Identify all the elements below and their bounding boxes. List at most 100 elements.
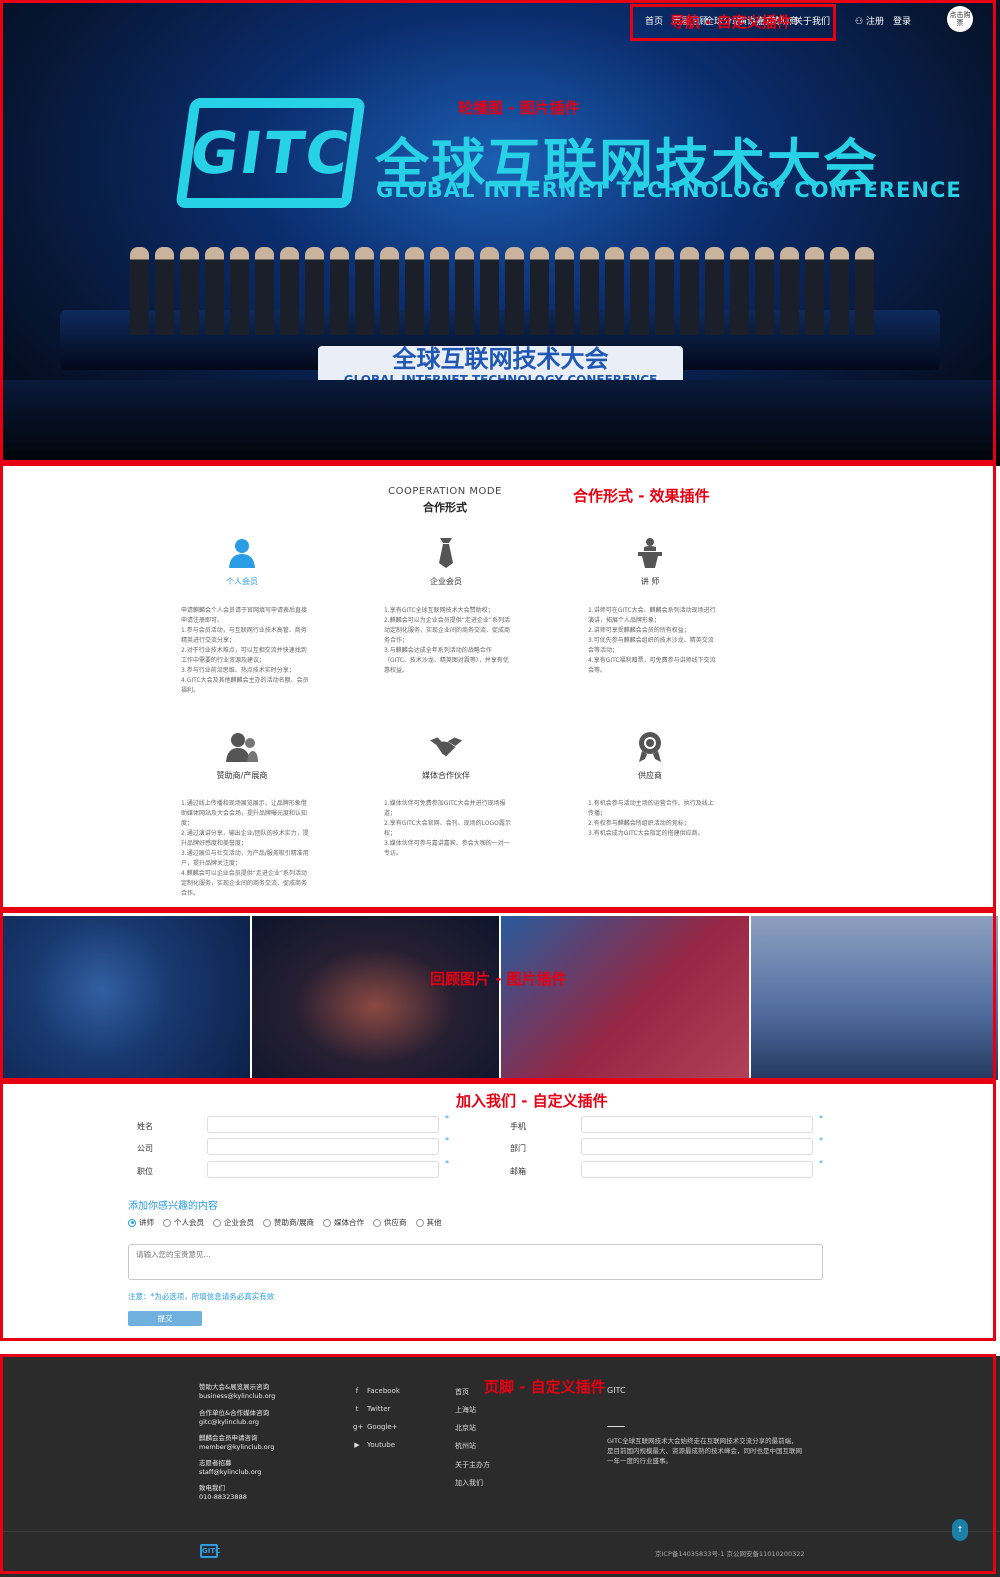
contact-phone-number[interactable]: 010-88323888 xyxy=(199,1493,247,1502)
stage-person xyxy=(455,247,474,335)
login-link[interactable]: 登录 xyxy=(893,14,911,27)
contact-email[interactable]: staff@kylinclub.org xyxy=(199,1468,261,1477)
group-icon xyxy=(225,730,259,764)
annotation-label-coop: 合作形式 - 效果插件 xyxy=(573,487,710,505)
company-field[interactable] xyxy=(207,1138,439,1155)
nav-item-about[interactable]: 关于我们 xyxy=(794,14,830,27)
join-form-section: 姓名 * 公司 * 职位 * 手机 * 部门 * 邮箱 * 添加你感兴趣的内容 … xyxy=(0,1085,1000,1340)
radio-speaker[interactable]: 讲师 xyxy=(128,1217,154,1228)
radio-label: 其他 xyxy=(426,1218,442,1227)
radio-personal-member[interactable]: 个人会员 xyxy=(163,1217,204,1228)
footer-link-beijing[interactable]: 北京站 xyxy=(455,1423,476,1433)
required-mark: * xyxy=(445,1159,449,1168)
podium-title-cn: 全球互联网技术大会 xyxy=(392,345,609,373)
department-field[interactable] xyxy=(581,1138,813,1155)
required-mark: * xyxy=(445,1114,449,1123)
review-photo-interview[interactable] xyxy=(501,916,749,1080)
radio-label: 讲师 xyxy=(139,1218,154,1227)
stage-person xyxy=(830,247,849,335)
coop-desc-personal: 申请麒麟会个人会员请于官网填写申请表后直接申请注册即可。 1.参与会员活动，与互… xyxy=(181,607,309,694)
stage-person xyxy=(480,247,499,335)
radio-dot-icon xyxy=(323,1218,332,1227)
cooperation-section: COOPERATION MODE 合作形式 个人会员 申请麒麟会个人会员请于官网… xyxy=(0,466,1000,911)
coop-card-enterprise[interactable]: 企业会员 xyxy=(376,536,516,587)
hero-floor xyxy=(0,380,1000,466)
stage-person xyxy=(155,247,174,335)
radio-supplier[interactable]: 供应商 xyxy=(373,1217,407,1228)
phone-field[interactable] xyxy=(581,1116,813,1133)
stage-person xyxy=(205,247,224,335)
coop-name: 媒体合作伙伴 xyxy=(422,771,470,780)
coop-card-personal[interactable]: 个人会员 xyxy=(172,536,312,587)
annotation-label-join: 加入我们 - 自定义插件 xyxy=(456,1092,608,1110)
footer-divider xyxy=(607,1426,625,1427)
radio-dot-icon xyxy=(415,1218,424,1227)
footer-link-join[interactable]: 加入我们 xyxy=(455,1478,483,1488)
radio-dot-icon xyxy=(373,1218,382,1227)
coop-title-en: COOPERATION MODE xyxy=(388,486,502,497)
interest-radio-group: 讲师 个人会员 企业会员 赞助商/展商 媒体合作 供应商 其他 xyxy=(128,1217,442,1228)
footer-link-shanghai[interactable]: 上海站 xyxy=(455,1405,476,1415)
comment-textarea[interactable] xyxy=(128,1244,823,1280)
review-gallery xyxy=(0,913,1000,1083)
position-field[interactable] xyxy=(207,1161,439,1178)
stage-person xyxy=(330,247,349,335)
radio-other[interactable]: 其他 xyxy=(415,1217,442,1228)
coop-card-speaker[interactable]: 讲 师 xyxy=(580,536,720,587)
social-googleplus[interactable]: g+ Google+ xyxy=(353,1423,398,1431)
radio-enterprise-member[interactable]: 企业会员 xyxy=(213,1217,254,1228)
contact-title: 志愿者招募 xyxy=(199,1459,232,1467)
coop-desc-sponsor: 1.通过线上传播和现场展览展示，让品牌形象借助媒体网站及大会会场，提升品牌曝光度… xyxy=(181,800,309,897)
name-field[interactable] xyxy=(207,1116,439,1133)
annotation-label-footer: 页脚 - 自定义插件 xyxy=(484,1378,606,1396)
review-photo-venue[interactable] xyxy=(251,916,499,1080)
register-link[interactable]: ⚇ 注册 xyxy=(855,14,884,27)
stage-person xyxy=(605,247,624,335)
buy-ticket-button[interactable]: 点击购票 xyxy=(947,6,973,32)
coop-name: 个人会员 xyxy=(226,577,258,586)
coop-name: 赞助商/产展商 xyxy=(216,771,268,780)
department-label: 部门 xyxy=(510,1144,526,1153)
footer-gitc-description: GITC全球互联网技术大会始终走在互联网技术交流分享的最前端，是目前国内规模最大… xyxy=(607,1437,802,1465)
review-photo-booth[interactable] xyxy=(750,916,998,1080)
contact-member: 麒麟会会员申请咨询 member@kylinclub.org xyxy=(199,1434,274,1452)
company-label: 公司 xyxy=(137,1144,153,1153)
contact-email[interactable]: business@kylinclub.org xyxy=(199,1392,275,1401)
coop-card-media[interactable]: 媒体合作伙伴 xyxy=(376,730,516,781)
contact-email[interactable]: gitc@kylinclub.org xyxy=(199,1418,269,1427)
coop-name: 讲 师 xyxy=(640,577,660,586)
annotation-label-hero: 轮播图 - 图片插件 xyxy=(458,99,580,117)
required-mark: * xyxy=(819,1159,823,1168)
user-icon: ⚇ xyxy=(855,17,864,27)
submit-button[interactable]: 提交 xyxy=(128,1311,202,1326)
nav-item-home[interactable]: 首页 xyxy=(645,14,663,27)
stage-person xyxy=(355,247,374,335)
coop-card-supplier[interactable]: 供应商 xyxy=(580,730,720,781)
email-field[interactable] xyxy=(581,1161,813,1178)
phone-label: 手机 xyxy=(510,1122,526,1131)
handshake-icon xyxy=(429,730,463,764)
hero-carousel: GITC 全球互联网技术大会 GLOBAL INTERNET TECHNOLOG… xyxy=(0,0,1000,466)
radio-dot-icon xyxy=(263,1218,271,1227)
radio-sponsor[interactable]: 赞助商/展商 xyxy=(263,1217,314,1228)
footer-link-hangzhou[interactable]: 杭州站 xyxy=(455,1441,476,1451)
stage-person xyxy=(680,247,699,335)
stage-person xyxy=(630,247,649,335)
footer-link-home[interactable]: 首页 xyxy=(455,1387,469,1397)
coop-card-sponsor[interactable]: 赞助商/产展商 xyxy=(172,730,312,781)
radio-label: 供应商 xyxy=(384,1218,407,1227)
social-label: Youtube xyxy=(367,1441,395,1449)
annotation-label-gallery: 回顾图片 - 图片插件 xyxy=(430,970,567,988)
back-to-top-button[interactable]: ↑ xyxy=(952,1519,968,1541)
form-note: 注意：*为必选项，所填信息请务必真实有效 xyxy=(128,1292,275,1301)
radio-media[interactable]: 媒体合作 xyxy=(323,1217,364,1228)
radio-label: 媒体合作 xyxy=(334,1218,365,1227)
social-facebook[interactable]: f Facebook xyxy=(353,1387,400,1395)
required-mark: * xyxy=(445,1136,449,1145)
googleplus-icon: g+ xyxy=(353,1423,364,1431)
social-twitter[interactable]: t Twitter xyxy=(353,1405,391,1413)
review-photo-speaker[interactable] xyxy=(2,916,250,1080)
contact-email[interactable]: member@kylinclub.org xyxy=(199,1443,274,1452)
footer-link-organizer[interactable]: 关于主办方 xyxy=(455,1460,490,1470)
social-youtube[interactable]: ▶ Youtube xyxy=(353,1441,395,1449)
